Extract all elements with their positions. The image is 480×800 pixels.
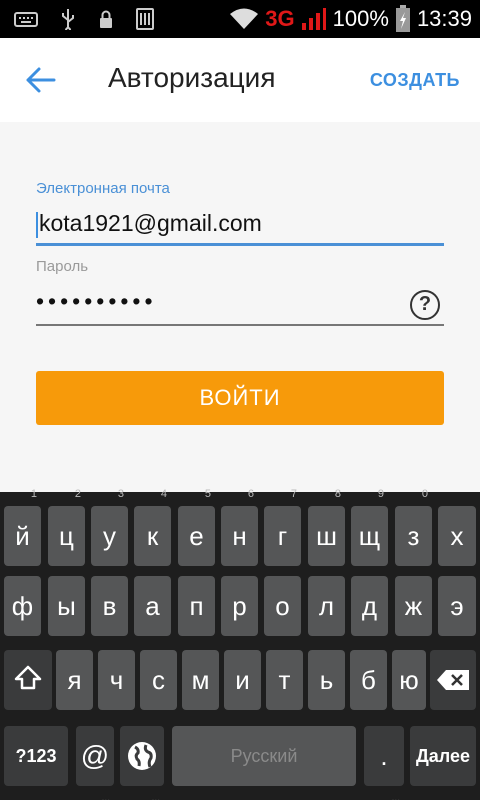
email-value: kota1921@gmail.com [39,210,262,236]
key-у[interactable]: у3 [91,488,128,566]
key-э[interactable]: э [438,576,476,636]
wifi-icon [230,8,259,29]
text-cursor [36,211,38,238]
key-й[interactable]: й1 [4,488,41,566]
key-ь[interactable]: ь [308,650,345,710]
key-ц[interactable]: ц2 [48,488,85,566]
key-ш[interactable]: ш8 [308,488,345,566]
app-bar: Авторизация СОЗДАТЬ [0,38,480,122]
key-з[interactable]: з0 [395,488,432,566]
at-key[interactable]: @... [76,726,114,800]
battery-percent: 100% [332,6,389,31]
sim-icon [136,8,154,30]
key-ю[interactable]: ю [392,650,426,710]
key-с[interactable]: с [140,650,177,710]
key-щ[interactable]: щ9 [351,488,388,566]
backspace-icon [437,670,469,690]
space-key[interactable]: Русский [172,726,356,786]
key-е[interactable]: е5 [178,488,215,566]
key-к[interactable]: к4 [134,488,171,566]
key-а[interactable]: а [134,576,171,636]
email-label: Электронная почта [36,180,170,197]
key-д[interactable]: д [351,576,388,636]
key-л[interactable]: л [308,576,345,636]
password-label: Пароль [36,258,89,275]
key-ф[interactable]: ф [4,576,41,636]
key-в[interactable]: в [91,576,128,636]
key-м[interactable]: м [182,650,219,710]
create-account-button[interactable]: СОЗДАТЬ [370,70,460,91]
key-р[interactable]: р [221,576,258,636]
key-х[interactable]: х [438,506,476,566]
key-ж[interactable]: ж [395,576,432,636]
login-button[interactable]: ВОЙТИ [36,371,444,425]
shift-icon [14,665,42,690]
globe-icon [128,742,156,770]
page-title: Авторизация [108,62,276,93]
key-н[interactable]: н6 [221,488,258,566]
keyboard-icon [14,12,38,27]
shift-key[interactable] [4,650,52,710]
password-value: •••••••••• [36,288,157,314]
key-я[interactable]: я [56,650,93,710]
key-т[interactable]: т [266,650,303,710]
key-и[interactable]: и [224,650,261,710]
key-ч[interactable]: ч [98,650,135,710]
soft-keyboard: й1 ц2 у3 к4 е5 н6 г7 ш8 щ9 з0 х ф ы в а … [0,488,480,800]
login-form: Электронная почта kota1921@gmail.com Пар… [0,122,480,492]
clock: 13:39 [416,6,472,31]
key-г[interactable]: г7 [264,488,301,566]
usb-icon [62,9,74,30]
backspace-key[interactable] [430,650,476,710]
symbols-key[interactable]: ?123 [4,726,68,786]
key-о[interactable]: о [264,576,301,636]
key-п[interactable]: п [178,576,215,636]
back-button[interactable] [22,62,62,98]
help-icon[interactable]: ? [410,290,440,320]
arrow-left-icon [26,67,56,93]
period-key[interactable]: .... [364,726,404,800]
status-bar: 3G 100% 13:39 [0,0,480,38]
next-key[interactable]: Далее [410,726,476,786]
key-б[interactable]: б [350,650,387,710]
battery-icon [395,5,410,32]
language-key[interactable]: ... [120,726,164,800]
password-field[interactable]: •••••••••• ? [36,288,444,326]
network-type: 3G [265,6,295,31]
key-ы[interactable]: ы [48,576,85,636]
lock-icon [100,10,112,28]
signal-icon [301,8,326,30]
email-field[interactable]: kota1921@gmail.com [36,210,444,246]
